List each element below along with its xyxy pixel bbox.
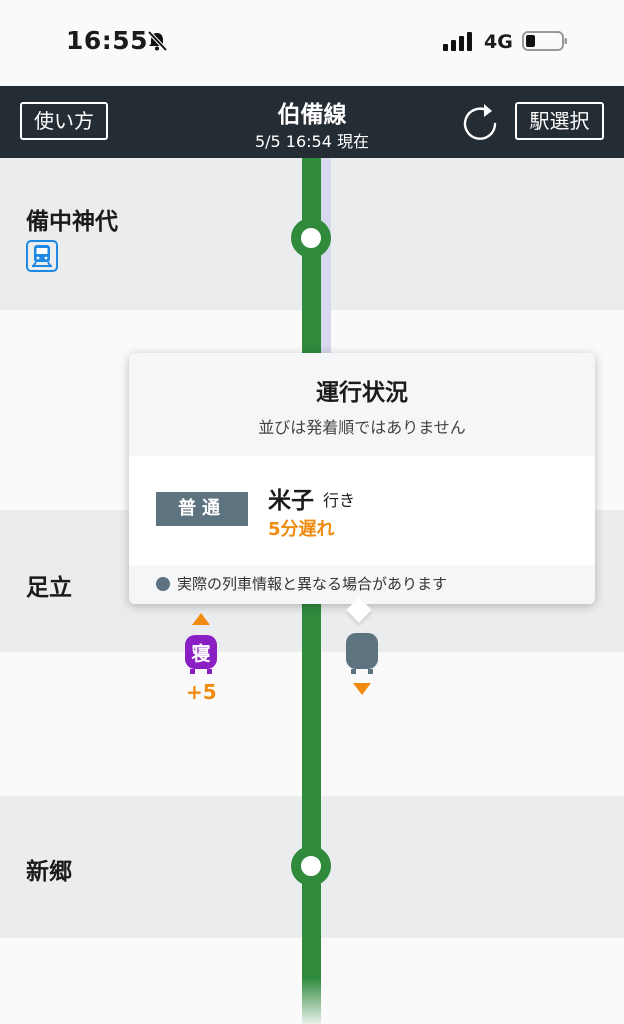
train-destination: 米子 — [268, 488, 314, 514]
refresh-icon[interactable] — [462, 100, 500, 142]
direction-down-arrow — [353, 683, 371, 695]
popup-footer-note: 実際の列車情報と異なる場合があります — [177, 575, 448, 593]
status-bar: 16:55 4G — [0, 0, 624, 86]
bell-muted-icon — [147, 30, 168, 52]
line-segment-highlight — [321, 158, 331, 353]
popup-subtitle: 並びは発着順ではありません — [258, 418, 466, 437]
sleeper-train-icon[interactable]: 寝 — [184, 634, 218, 676]
train-delay-text: 5分遅れ — [268, 519, 335, 540]
station-node — [291, 218, 331, 258]
popup-title: 運行状況 — [316, 380, 408, 406]
train-station-icon — [26, 240, 58, 272]
train-type-badge: 普通 — [156, 492, 248, 526]
info-dot-icon — [156, 577, 170, 591]
signal-icon — [443, 32, 472, 51]
direction-up-arrow — [192, 613, 210, 625]
local-train-icon[interactable] — [345, 632, 379, 676]
train-delay-label: +5 — [186, 680, 217, 704]
destination-suffix: 行き — [323, 491, 356, 510]
station-name: 新郷 — [26, 859, 72, 885]
station-name: 足立 — [26, 575, 72, 601]
sleeper-train-label: 寝 — [191, 642, 210, 665]
status-time: 16:55 — [66, 26, 149, 55]
station-name: 備中神代 — [26, 209, 118, 235]
train-status-popup[interactable]: 運行状況 並びは発着順ではありません 普通 米子 行き 5分遅れ 実際の列車情報… — [129, 353, 595, 623]
station-node — [291, 846, 331, 886]
network-label: 4G — [484, 31, 513, 53]
app-header: 使い方 伯備線 5/5 16:54 現在 駅選択 — [0, 86, 624, 158]
station-select-button[interactable]: 駅選択 — [515, 102, 604, 140]
battery-icon — [522, 31, 567, 51]
